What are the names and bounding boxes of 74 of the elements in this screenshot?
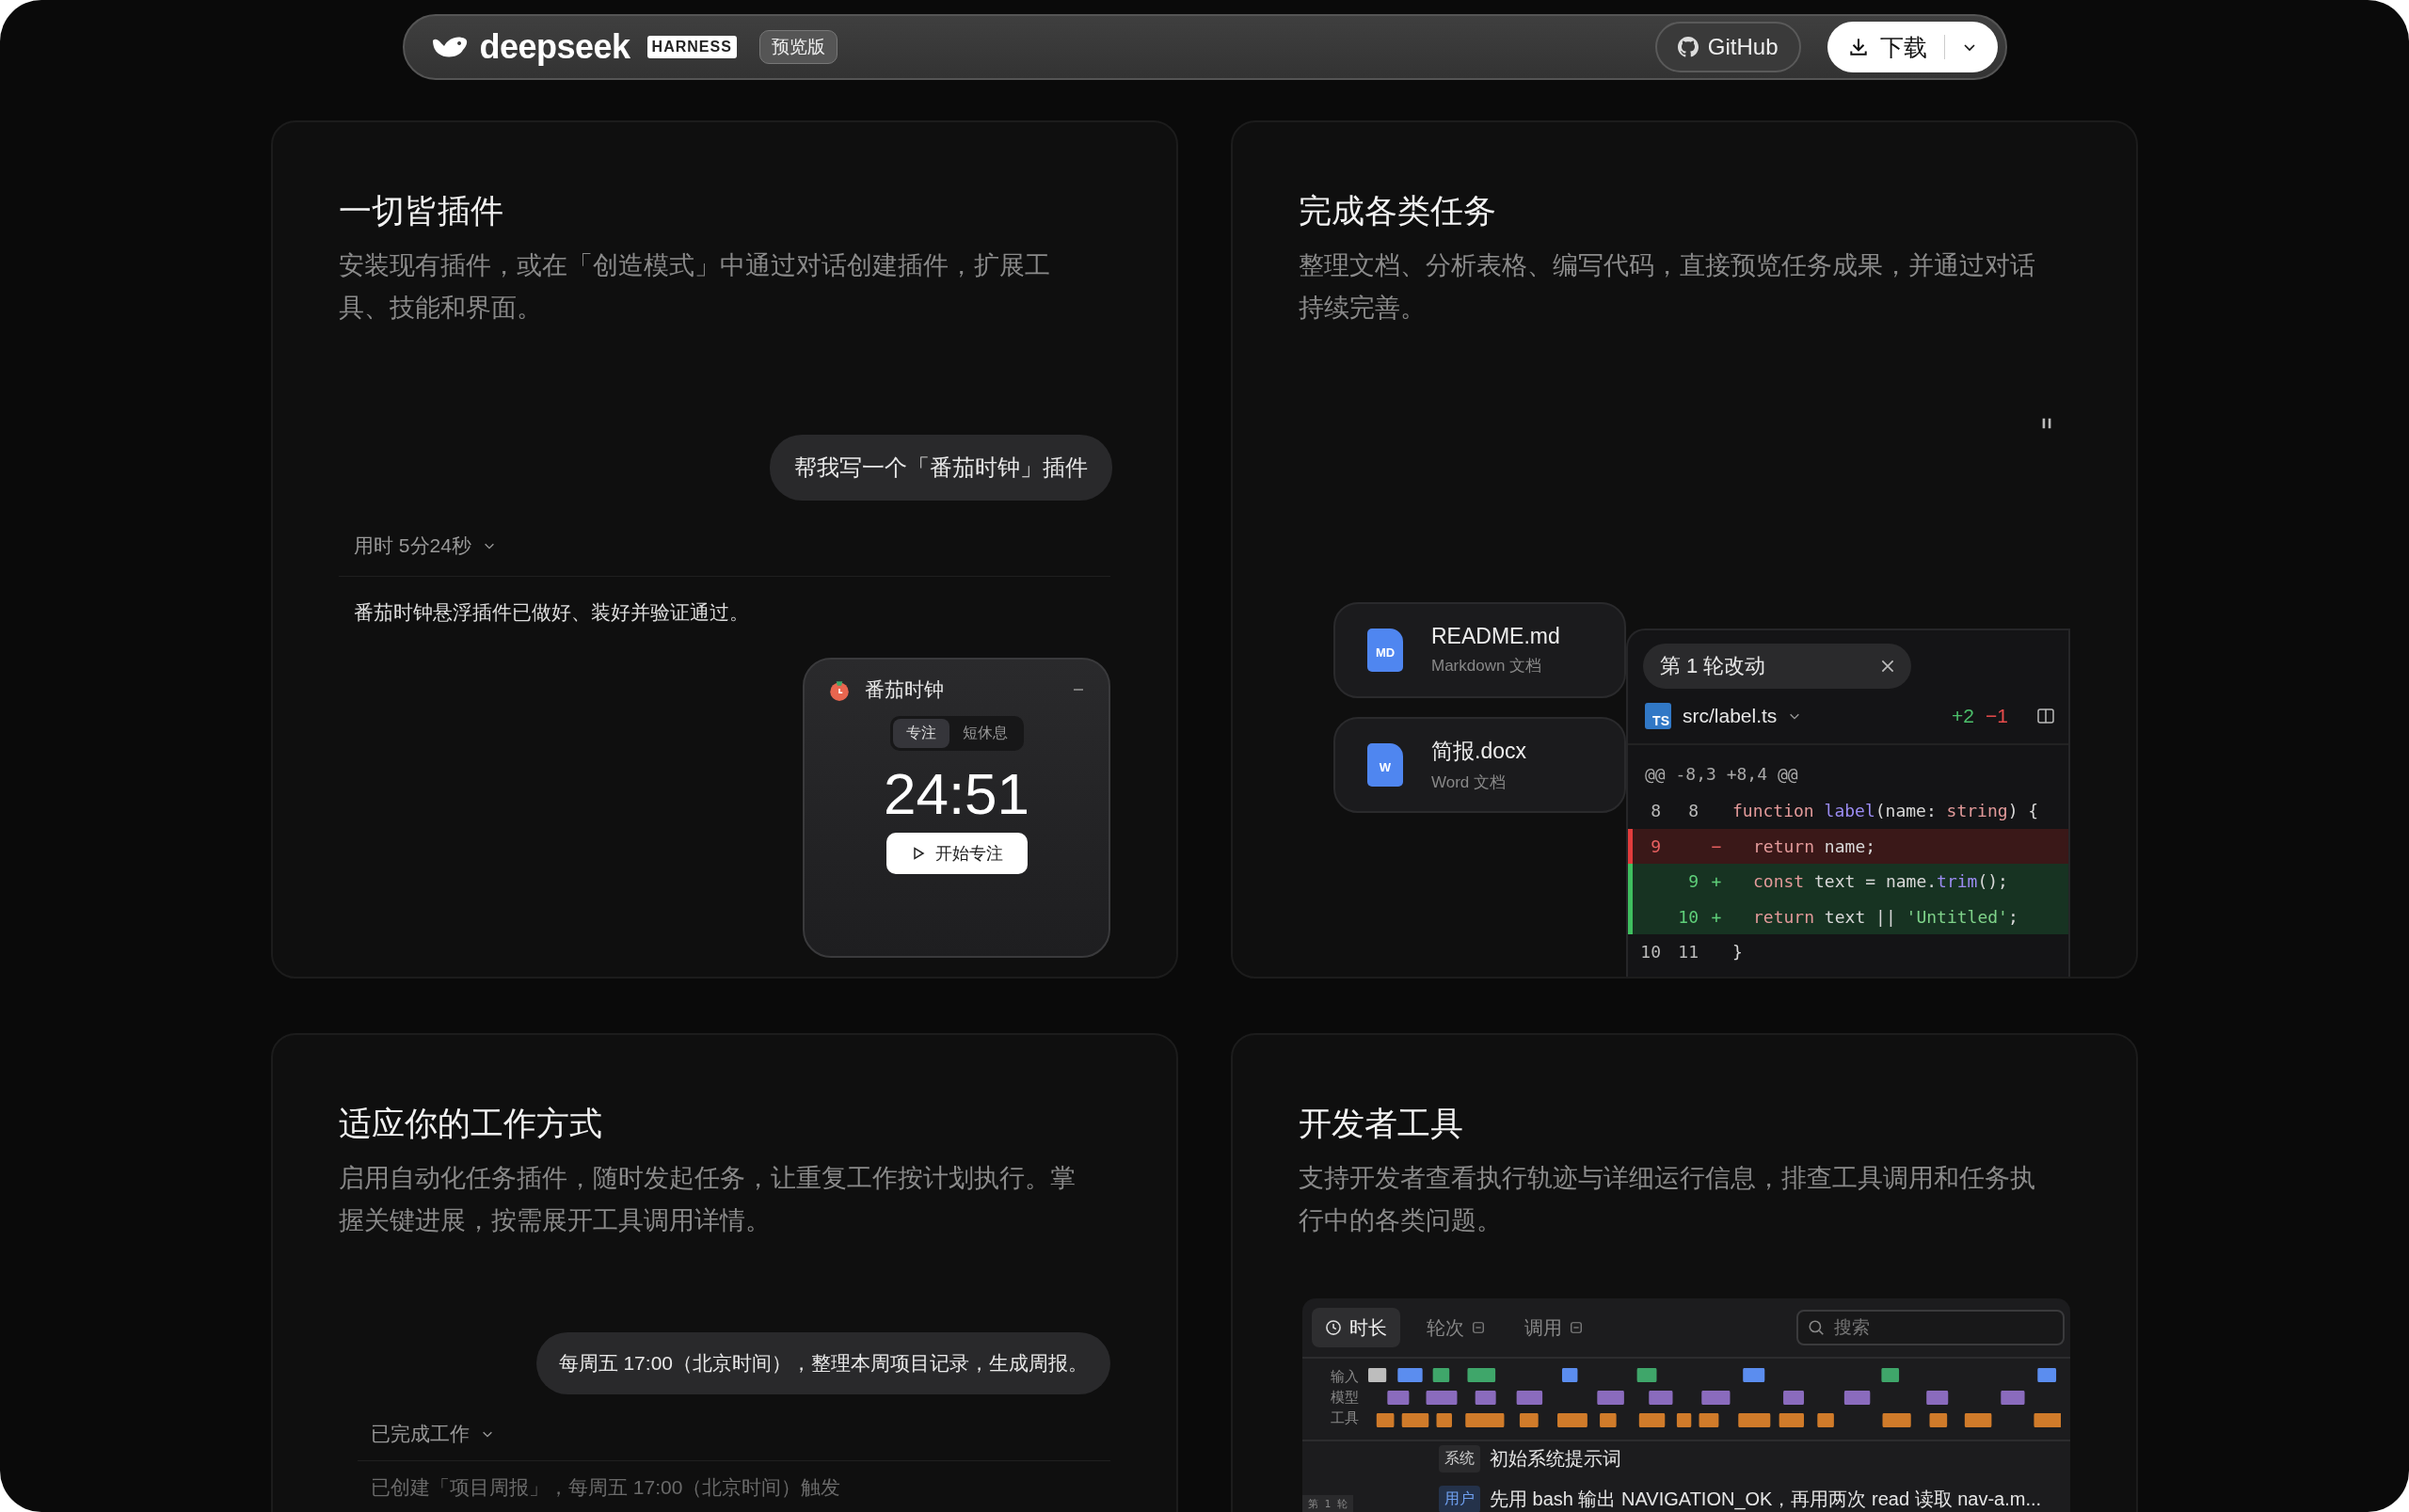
view-tab[interactable]: 调用 [1511, 1308, 1596, 1347]
role-tag: 系统 [1439, 1445, 1480, 1472]
added-count: +2 [1952, 705, 1975, 727]
line-number: 8 [1650, 801, 1661, 821]
line-number: 10 [1677, 906, 1699, 927]
brand-name: deepseek [479, 27, 630, 67]
split-view-icon[interactable] [2036, 707, 2055, 725]
card-description: 支持开发者查看执行轨迹与详细运行信息，排查工具调用和任务执行中的各类问题。 [1299, 1163, 2036, 1236]
widget-title: 番茄时钟 [865, 677, 945, 702]
round-label: 第 1 轮 [1302, 1495, 1353, 1512]
user-message: 每周五 17:00（北京时间），整理本周项目记录，生成周报。 [535, 1332, 1110, 1394]
message-text: 先用 bash 输出 NAVIGATION_OK，再用两次 read 读取 nav-a.m... [1490, 1488, 2042, 1512]
assistant-reply: 番茄时钟悬浮插件已做好、装好并验证通过。 [353, 600, 750, 625]
download-icon [1847, 37, 1869, 57]
duration-toggle[interactable]: 用时 5分24秒 [339, 533, 1110, 559]
card-title: 适应你的工作方式 [339, 1104, 603, 1143]
diff-title-tab[interactable]: 第 1 轮改动 [1643, 644, 1911, 689]
card-description: 安装现有插件，或在「创造模式」中通过对话创建插件，扩展工具、技能和界面。 [339, 250, 1051, 324]
code-line: } [1731, 942, 1743, 963]
removed-count: −1 [1986, 705, 2008, 727]
github-icon [1677, 37, 1699, 57]
close-icon[interactable] [1879, 658, 1896, 675]
github-button[interactable]: GitHub [1654, 22, 1801, 72]
line-number: 10 [1639, 942, 1661, 963]
code-line: function label(name: string) { [1731, 801, 2039, 821]
document-icon: W [1367, 743, 1403, 787]
line-number: 9 [1650, 836, 1661, 856]
card-title: 一切皆插件 [339, 191, 504, 231]
code-line: return text || 'Untitled'; [1752, 906, 2018, 927]
file-card[interactable]: W 简报.docx Word 文档 [1333, 717, 1626, 813]
line-number: 8 [1687, 801, 1699, 821]
preview-tag: 预览版 [758, 30, 838, 64]
diff-sign: + [1710, 871, 1723, 892]
line-number: 9 [1687, 871, 1699, 892]
file-type: Word 文档 [1431, 772, 1508, 793]
search-icon [1808, 1319, 1825, 1336]
download-button[interactable]: 下载 [1827, 22, 1998, 72]
file-type: Markdown 文档 [1431, 656, 1543, 676]
view-tab[interactable]: 轮次 [1413, 1308, 1498, 1347]
line-number: 11 [1677, 942, 1699, 963]
clock-icon [1325, 1319, 1342, 1336]
lane-label: 输入 [1331, 1367, 1359, 1386]
status-toggle[interactable]: 已完成工作 [339, 1421, 1110, 1447]
file-name: 简报.docx [1431, 738, 1526, 765]
lane-label: 模型 [1331, 1388, 1359, 1407]
filter-icon [1472, 1321, 1485, 1334]
file-card[interactable]: MD README.md Markdown 文档 [1333, 602, 1626, 698]
search-field[interactable]: 搜索 [1796, 1310, 2065, 1345]
view-tab[interactable]: 时长 [1312, 1308, 1400, 1347]
result-text: 已创建「项目周报」，每周五 17:00（北京时间）触发 [370, 1475, 842, 1500]
start-button[interactable]: 开始专注 [885, 833, 1028, 874]
hunk-header: @@ -8,3 +8,4 @@ [1644, 763, 1799, 786]
file-name: README.md [1431, 624, 1560, 649]
timer-display: 24:51 [883, 760, 1030, 827]
code-line: return name; [1752, 836, 1876, 856]
product-badge: HARNESS [646, 36, 737, 58]
card-title: 完成各类任务 [1299, 191, 1497, 231]
user-message: 帮我写一个「番茄时钟」插件 [770, 435, 1112, 501]
code-line: const text = name.trim(); [1752, 871, 2008, 892]
lane-label: 工具 [1331, 1409, 1359, 1427]
pause-icon[interactable] [2040, 416, 2053, 431]
card-description: 整理文档、分析表格、编写代码，直接预览任务成果，并通过对话持续完善。 [1299, 250, 2036, 324]
diff-sign: − [1710, 836, 1723, 856]
message-text: 初始系统提示词 [1490, 1447, 1621, 1471]
role-tag: 用户 [1439, 1486, 1480, 1512]
mode-tab[interactable]: 短休息 [949, 719, 1021, 748]
typescript-icon: TS [1645, 703, 1671, 729]
filter-icon [1570, 1321, 1583, 1334]
diff-sign: + [1710, 906, 1723, 927]
document-icon: MD [1367, 629, 1403, 672]
card-title: 开发者工具 [1299, 1104, 1464, 1143]
mode-tab[interactable]: 专注 [892, 719, 949, 748]
file-path[interactable]: src/label.ts [1683, 705, 1778, 727]
card-description: 启用自动化任务插件，随时发起任务，让重复工作按计划执行。掌握关键进展，按需展开工具调用详情。 [339, 1163, 1077, 1236]
